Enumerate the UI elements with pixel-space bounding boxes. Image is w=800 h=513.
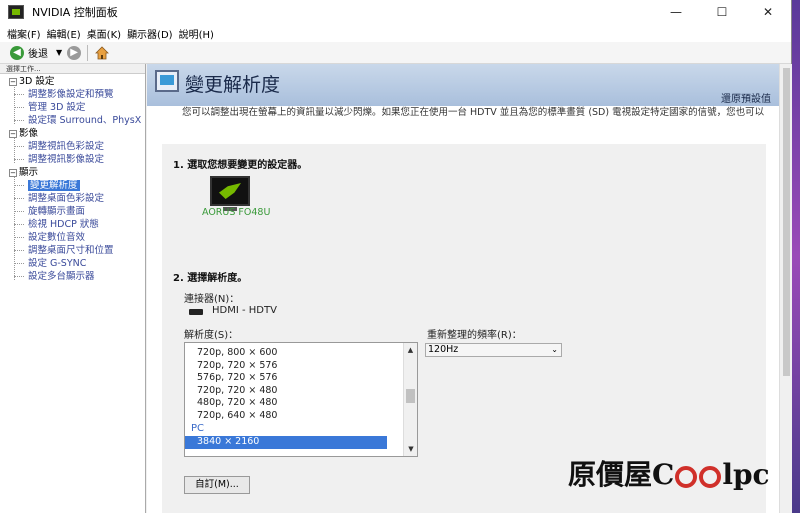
list-item[interactable]: 720p, 720 × 576: [185, 360, 417, 373]
minimize-button[interactable]: —: [653, 0, 699, 24]
content-scroll-thumb[interactable]: [783, 68, 790, 376]
tree-item-gsync[interactable]: 設定 G-SYNC: [0, 257, 145, 270]
menu-file[interactable]: 檔案(F): [4, 26, 44, 41]
list-item[interactable]: 576p, 720 × 576: [185, 372, 417, 385]
scroll-thumb[interactable]: [406, 389, 415, 403]
tree-item-surround-physx[interactable]: 設定環 Surround、PhysX: [0, 114, 145, 127]
tree-item-video-color[interactable]: 調整視訊色彩設定: [0, 140, 145, 153]
connector-label: 連接器(N)：: [184, 294, 240, 305]
list-item[interactable]: 720p, 640 × 480: [185, 410, 417, 423]
tree-item-image-settings[interactable]: 調整影像設定和預覽: [0, 88, 145, 101]
customize-button[interactable]: 自訂(M)...: [184, 476, 250, 494]
home-icon[interactable]: [94, 45, 110, 61]
menu-help[interactable]: 說明(H): [176, 26, 217, 41]
content-scrollbar[interactable]: [779, 64, 792, 513]
tree-item-desktop-color[interactable]: 調整桌面色彩設定: [0, 192, 145, 205]
page-header: 變更解析度 還原預設值: [147, 64, 779, 106]
back-button-label[interactable]: 後退: [28, 45, 48, 60]
collapse-icon[interactable]: −: [9, 129, 17, 138]
resolution-label: 解析度(S)：: [184, 330, 239, 341]
tree-item-digital-audio[interactable]: 設定數位音效: [0, 231, 145, 244]
back-arrow-icon[interactable]: ◀: [10, 45, 24, 60]
tree-category-video[interactable]: − 影像: [0, 127, 145, 140]
content-panel: 變更解析度 還原預設值 您可以調整出現在螢幕上的資訊量以減少閃爍。如果您正在使用…: [147, 64, 779, 513]
restore-defaults-link[interactable]: 還原預設值: [721, 90, 771, 105]
tree-category-3d[interactable]: −3D 設定: [0, 75, 145, 88]
back-dropdown-icon[interactable]: ▼: [56, 48, 62, 57]
tree-item-manage-3d[interactable]: 管理 3D 設定: [0, 101, 145, 114]
close-button[interactable]: ✕: [745, 0, 791, 24]
tree-category-display[interactable]: − 顯示: [0, 166, 145, 179]
task-tree-panel: 選擇工作... −3D 設定 調整影像設定和預覽 管理 3D 設定 設定環 Su…: [0, 64, 146, 513]
task-tree: −3D 設定 調整影像設定和預覽 管理 3D 設定 設定環 Surround、P…: [0, 74, 145, 283]
forward-arrow-icon[interactable]: ▶: [67, 45, 82, 60]
title-bar: NVIDIA 控制面板 — ☐ ✕: [0, 0, 791, 24]
nvidia-control-panel-window: NVIDIA 控制面板 — ☐ ✕ 檔案(F) 編輯(E) 桌面(K) 顯示器(…: [0, 0, 792, 513]
desktop-background-right: [792, 0, 800, 513]
toolbar: ◀ 後退 ▼ ▶: [0, 42, 791, 64]
collapse-icon[interactable]: −: [9, 168, 17, 177]
section-choose-resolution: 2. 選擇解析度。: [173, 273, 248, 284]
refresh-rate-label: 重新整理的頻率(R)：: [427, 330, 522, 341]
toolbar-separator: [87, 44, 89, 61]
tree-item-rotate-display[interactable]: 旋轉顯示畫面: [0, 205, 145, 218]
menu-bar: 檔案(F) 編輯(E) 桌面(K) 顯示器(D) 說明(H): [0, 24, 791, 42]
tree-item-desktop-size[interactable]: 調整桌面尺寸和位置: [0, 244, 145, 257]
scroll-down-icon[interactable]: ▼: [404, 442, 417, 456]
tree-item-hdcp-status[interactable]: 檢視 HDCP 狀態: [0, 218, 145, 231]
collapse-icon[interactable]: −: [9, 77, 17, 86]
maximize-button[interactable]: ☐: [699, 0, 745, 24]
nvidia-logo-icon: [8, 5, 24, 19]
window-title: NVIDIA 控制面板: [32, 6, 118, 19]
menu-edit[interactable]: 編輯(E): [44, 26, 84, 41]
list-item-selected[interactable]: 3840 × 2160: [185, 436, 387, 449]
tree-item-multi-display[interactable]: 設定多台顯示器: [0, 270, 145, 283]
resolution-listbox[interactable]: 720p, 800 × 600 720p, 720 × 576 576p, 72…: [184, 342, 418, 457]
menu-desktop[interactable]: 桌面(K): [84, 26, 124, 41]
coolpc-watermark-logo: 原價屋C lpc: [568, 458, 770, 491]
hdmi-connector-icon: [189, 309, 203, 315]
list-item[interactable]: 480p, 720 × 480: [185, 397, 417, 410]
list-group-pc: PC: [191, 423, 205, 434]
menu-display[interactable]: 顯示器(D): [124, 26, 176, 41]
connector-value: HDMI - HDTV: [212, 305, 277, 316]
monitor-name[interactable]: AORUS FO48U: [202, 207, 270, 218]
tree-item-change-resolution[interactable]: 變更解析度: [0, 179, 145, 192]
scroll-up-icon[interactable]: ▲: [404, 343, 417, 357]
list-item[interactable]: 720p, 800 × 600: [185, 347, 417, 360]
page-description: 您可以調整出現在螢幕上的資訊量以減少閃爍。如果您正在使用一台 HDTV 並且為您…: [182, 107, 765, 118]
display-resolution-icon: [155, 70, 179, 92]
listbox-scrollbar[interactable]: ▲ ▼: [403, 343, 417, 456]
refresh-rate-select[interactable]: 120Hz ⌄: [425, 343, 562, 357]
page-title: 變更解析度: [185, 74, 281, 96]
list-item[interactable]: 720p, 720 × 480: [185, 385, 417, 398]
task-tree-header: 選擇工作...: [0, 64, 145, 74]
section-select-display: 1. 選取您想要變更的設定器。: [173, 160, 308, 171]
tree-item-video-image[interactable]: 調整視訊影像設定: [0, 153, 145, 166]
chevron-down-icon: ⌄: [551, 345, 558, 354]
